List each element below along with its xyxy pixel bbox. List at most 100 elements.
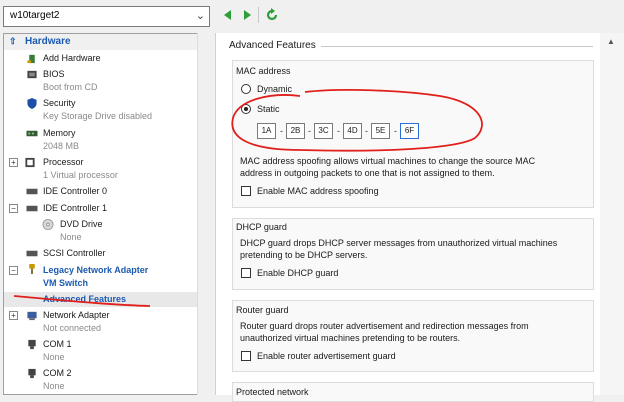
chevron-down-icon: ⌄ — [195, 10, 205, 22]
add-hardware-icon — [27, 54, 35, 64]
sidebar-item-bios[interactable]: BIOS Boot from CD — [43, 69, 98, 92]
dvd-disc-icon — [42, 219, 54, 230]
page-title: Advanced Features — [229, 40, 320, 51]
sidebar-item-memory[interactable]: Memory 2048 MB — [43, 128, 79, 151]
toolbar: w10target2 ⌄ — [0, 0, 624, 32]
memory-icon — [26, 130, 38, 137]
sidebar-item-add-hardware[interactable]: Add Hardware — [43, 53, 101, 63]
ide-controller-icon — [26, 205, 38, 212]
expand-network-adapter-toggle[interactable]: + — [9, 311, 18, 320]
router-guard-description-line: Router guard drops router advertisement … — [240, 321, 529, 331]
sidebar-item-label: VM Switch — [43, 278, 89, 288]
sidebar-item-legacy-network-adapter[interactable]: Legacy Network Adapter — [43, 265, 148, 275]
sidebar-item-security[interactable]: Security Key Storage Drive disabled — [43, 98, 152, 121]
router-guard-description: Router guard drops router advertisement … — [240, 320, 529, 344]
dhcp-guard-description: DHCP guard drops DHCP server messages fr… — [240, 237, 557, 261]
sidebar-scrollbar[interactable] — [197, 33, 208, 395]
mac-octet-5-input[interactable]: 5E — [371, 123, 390, 139]
mac-octet-1-input[interactable]: 1A — [257, 123, 276, 139]
forward-arrow-icon[interactable] — [240, 8, 254, 22]
router-guard-title: Router guard — [236, 305, 289, 315]
sidebar-item-sub: Boot from CD — [43, 82, 98, 92]
mac-spoofing-description: MAC address spoofing allows virtual mach… — [240, 155, 535, 179]
mac-spoofing-label: Enable MAC address spoofing — [257, 186, 379, 196]
mac-octet-6-input[interactable]: 6F — [400, 123, 419, 139]
sidebar-item-label: Memory — [43, 128, 76, 138]
dhcp-guard-title: DHCP guard — [236, 222, 287, 232]
octet-separator: - — [365, 126, 368, 136]
settings-scrollbar[interactable]: ▲ — [600, 33, 624, 395]
sidebar-item-sub: None — [43, 381, 65, 391]
mac-dynamic-label: Dynamic — [257, 84, 293, 94]
network-adapter-icon — [29, 264, 35, 275]
vm-selector-dropdown[interactable]: w10target2 ⌄ — [3, 6, 210, 27]
mac-spoofing-description-line: MAC address spoofing allows virtual mach… — [240, 156, 536, 166]
hardware-section-header[interactable]: ⇧ Hardware — [4, 34, 207, 50]
com-port-icon — [28, 339, 36, 350]
sidebar-item-dvd[interactable]: DVD Drive None — [60, 219, 103, 242]
sidebar-item-label: DVD Drive — [60, 219, 103, 229]
sidebar-item-label: COM 2 — [43, 368, 72, 378]
sidebar-item-label: COM 1 — [43, 339, 72, 349]
sidebar-item-network-adapter[interactable]: Network Adapter Not connected — [43, 310, 110, 333]
sidebar-item-sub: Not connected — [43, 323, 102, 333]
sidebar-item-sub: Key Storage Drive disabled — [43, 111, 153, 121]
sidebar-item-label: Advanced Features — [43, 294, 127, 304]
mac-dynamic-radio[interactable] — [241, 84, 251, 94]
mac-spoofing-description-line: address in outgoing packets to one that … — [240, 168, 495, 178]
sidebar-item-sub: None — [60, 232, 82, 242]
expand-processor-toggle[interactable]: + — [9, 158, 18, 167]
sidebar-item-processor[interactable]: Processor 1 Virtual processor — [43, 157, 118, 180]
mac-static-radio[interactable] — [241, 104, 251, 114]
sidebar-item-label: Legacy Network Adapter — [43, 265, 149, 275]
refresh-icon[interactable] — [265, 8, 279, 22]
mac-spoofing-checkbox[interactable] — [241, 186, 251, 196]
octet-separator: - — [394, 126, 397, 136]
vm-name: w10target2 — [10, 10, 60, 21]
sidebar-item-ide1[interactable]: IDE Controller 1 — [43, 203, 107, 213]
processor-icon — [25, 157, 35, 168]
sidebar-item-com2[interactable]: COM 2 None — [43, 368, 72, 391]
dhcp-guard-description-line: DHCP guard drops DHCP server messages fr… — [240, 238, 558, 248]
collapse-legacy-network-toggle[interactable]: − — [9, 266, 18, 275]
mac-octet-4-input[interactable]: 4D — [343, 123, 362, 139]
sidebar-item-label: Network Adapter — [43, 310, 110, 320]
sidebar-item-label: SCSI Controller — [43, 248, 106, 258]
router-guard-checkbox[interactable] — [241, 351, 251, 361]
sidebar-item-label: Security — [43, 98, 76, 108]
octet-separator: - — [308, 126, 311, 136]
sidebar-item-label: Processor — [43, 157, 84, 167]
sidebar-item-ide0[interactable]: IDE Controller 0 — [43, 186, 107, 196]
dhcp-guard-label: Enable DHCP guard — [257, 268, 339, 278]
sidebar-item-label: IDE Controller 0 — [43, 186, 108, 196]
mac-static-label: Static — [257, 104, 280, 114]
com-port-icon — [28, 368, 36, 379]
ide-controller-icon — [26, 188, 38, 195]
back-arrow-icon[interactable] — [221, 8, 235, 22]
network-adapter-icon — [27, 311, 37, 321]
toolbar-divider — [258, 7, 259, 23]
sidebar-item-com1[interactable]: COM 1 None — [43, 339, 72, 362]
sidebar-item-label: Add Hardware — [43, 53, 101, 63]
sidebar-item-advanced-features[interactable]: Advanced Features — [43, 294, 126, 304]
octet-separator: - — [337, 126, 340, 136]
mac-octet-3-input[interactable]: 3C — [314, 123, 333, 139]
sidebar-item-sub: None — [43, 352, 65, 362]
collapse-icon[interactable]: ⇧ — [9, 36, 17, 47]
sidebar-item-label: BIOS — [43, 69, 65, 79]
shield-icon — [27, 98, 37, 109]
bios-chip-icon — [27, 70, 37, 79]
scroll-up-icon[interactable]: ▲ — [607, 37, 615, 46]
mac-address-title: MAC address — [236, 66, 291, 76]
protected-network-title: Protected network — [236, 387, 309, 397]
dhcp-guard-checkbox[interactable] — [241, 268, 251, 278]
sidebar-item-scsi[interactable]: SCSI Controller — [43, 248, 106, 258]
sidebar-item-label: IDE Controller 1 — [43, 203, 108, 213]
sidebar-item-vm-switch[interactable]: VM Switch — [43, 278, 88, 288]
mac-octet-2-input[interactable]: 2B — [286, 123, 305, 139]
scsi-controller-icon — [26, 250, 38, 257]
collapse-ide1-toggle[interactable]: − — [9, 204, 18, 213]
sidebar-item-sub: 1 Virtual processor — [43, 170, 118, 180]
hardware-tree: ⇧ Hardware Add Hardware BIOS Boot from C… — [3, 33, 208, 395]
octet-separator: - — [280, 126, 283, 136]
